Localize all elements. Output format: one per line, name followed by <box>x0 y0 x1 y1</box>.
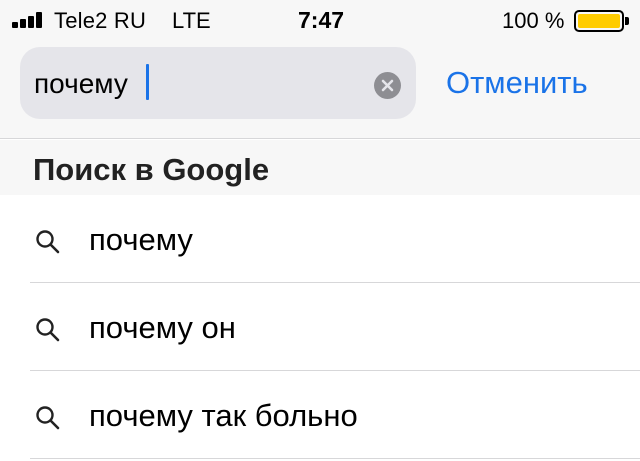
search-icon <box>36 318 60 342</box>
suggestion-text: почему так больно <box>89 398 358 433</box>
search-query-text: почему <box>34 68 128 99</box>
search-icon <box>36 406 60 430</box>
network-type: LTE <box>172 8 211 33</box>
signal-strength-icon <box>12 12 46 28</box>
section-title: Поиск в Google <box>33 152 270 187</box>
status-time: 7:47 <box>298 7 345 33</box>
search-header: Tele2 RU LTE 7:47 100 % почему Отменить <box>0 0 640 139</box>
row-divider <box>30 458 640 459</box>
status-bar: Tele2 RU LTE 7:47 100 % <box>0 0 640 40</box>
carrier-name: Tele2 RU <box>54 8 147 33</box>
battery-percent: 100 % <box>502 8 565 33</box>
suggestion-item[interactable]: почему он <box>0 283 640 371</box>
suggestion-text: почему он <box>89 310 236 345</box>
search-input[interactable]: почему <box>20 47 416 119</box>
suggestion-item[interactable]: почему так больно <box>0 371 640 459</box>
cancel-button[interactable]: Отменить <box>446 65 588 101</box>
suggestion-item[interactable]: почему <box>0 195 640 283</box>
battery-icon <box>574 10 624 32</box>
battery-tip <box>625 17 629 25</box>
section-header: Поиск в Google <box>0 140 640 195</box>
search-icon <box>36 230 60 254</box>
text-caret <box>146 64 149 100</box>
suggestion-text: почему <box>89 222 193 257</box>
clear-x-circle-icon[interactable] <box>374 72 401 99</box>
suggestion-list: почему почему он почему так больно <box>0 195 640 459</box>
